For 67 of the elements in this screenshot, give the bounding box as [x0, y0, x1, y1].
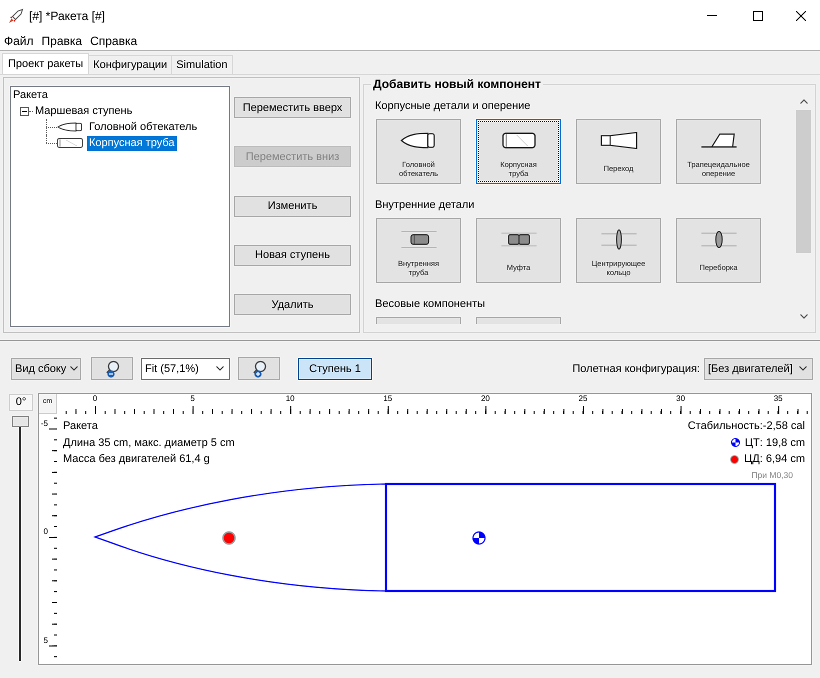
marker-label: ЦД: 6,94 cm	[744, 453, 805, 466]
tube-icon	[57, 138, 83, 148]
tab[interactable]: Проект ракеты	[2, 53, 90, 74]
tree-item[interactable]: Корпусная труба	[87, 136, 177, 150]
chevron-down-icon[interactable]	[800, 314, 808, 319]
zoom-select[interactable]: Fit (57,1%)	[141, 358, 230, 380]
section-title: Внутренние детали	[375, 198, 476, 212]
info-text: Масса без двигателей 61,4 g	[63, 452, 211, 467]
ruler-label: 35	[774, 394, 783, 404]
rocket-icon	[8, 8, 24, 24]
ruler-label: 5	[44, 636, 48, 646]
stability-text: Стабильность:-2,58 cal	[688, 419, 805, 434]
mach-note: При M0,30	[751, 470, 793, 480]
center-of-gravity-icon	[730, 438, 740, 448]
section-title: Весовые компоненты	[375, 297, 486, 311]
view-select[interactable]: Вид сбоку	[11, 358, 81, 380]
expander-icon[interactable]	[20, 106, 29, 116]
rotation-label: 0°	[9, 394, 33, 411]
ruler-label: 15	[383, 394, 392, 404]
section-title: Корпусные детали и оперение	[375, 99, 532, 113]
inner-tube-icon	[398, 229, 438, 250]
center-of-gravity-icon	[472, 531, 486, 545]
caret-icon	[70, 366, 78, 371]
flight-config-select[interactable]: [Без двигателей]	[704, 358, 813, 380]
menu-item[interactable]: Справка	[86, 32, 142, 48]
ring-icon	[598, 229, 638, 250]
rotation-slider[interactable]	[12, 416, 29, 661]
close-icon	[796, 10, 806, 20]
menu-item[interactable]: Файл	[0, 32, 38, 48]
tree-item[interactable]: Маршевая ступень	[33, 104, 134, 118]
info-text: Ракета	[63, 419, 99, 434]
tree-item[interactable]: Головной обтекатель	[87, 120, 200, 134]
action-button[interactable]: Удалить	[234, 294, 351, 315]
action-button[interactable]: Изменить	[234, 196, 351, 216]
ruler-label: 0	[44, 527, 48, 537]
slider-thumb[interactable]	[12, 416, 29, 427]
action-button[interactable]: Переместить вверх	[234, 97, 351, 118]
center-of-pressure-icon	[222, 531, 236, 545]
tapered-tube-icon	[598, 130, 638, 151]
stage-button[interactable]: Ступень 1	[298, 358, 372, 380]
center-of-pressure-icon	[730, 454, 740, 464]
ruler-label: 30	[676, 394, 686, 404]
tree-item[interactable]: Ракета	[11, 88, 50, 102]
panel-title: Добавить новый компонент	[372, 77, 542, 91]
caret-icon	[799, 366, 807, 371]
flight-config-label: Полетная конфигурация:	[572, 362, 700, 374]
window-title: [#] *Ракета [#]	[29, 8, 105, 22]
ruler-label: 25	[578, 394, 588, 404]
ruler-label: 20	[480, 394, 490, 404]
ruler-label: 0	[92, 394, 98, 404]
bulkhead-icon	[698, 229, 738, 250]
info-text: Длина 35 cm, макс. диаметр 5 cm	[63, 436, 235, 450]
caret-icon	[216, 366, 224, 371]
tab[interactable]: Simulation	[171, 55, 233, 74]
zoom-in-button[interactable]	[238, 357, 280, 380]
marker-label: ЦТ: 19,8 cm	[744, 436, 805, 449]
maximize-icon	[753, 10, 763, 20]
ruler-label: 5	[190, 394, 195, 404]
minimize-icon	[707, 15, 717, 16]
menu-item[interactable]: Правка	[38, 32, 86, 48]
zoom-out-button[interactable]	[91, 357, 133, 380]
nose-cone-icon	[57, 122, 83, 132]
ruler-label: 10	[286, 394, 295, 404]
action-button[interactable]: Новая ступень	[234, 244, 351, 266]
scrollbar-thumb[interactable]	[796, 110, 811, 253]
chevron-up-icon[interactable]	[800, 99, 808, 104]
ruler-label: -5	[40, 418, 48, 428]
